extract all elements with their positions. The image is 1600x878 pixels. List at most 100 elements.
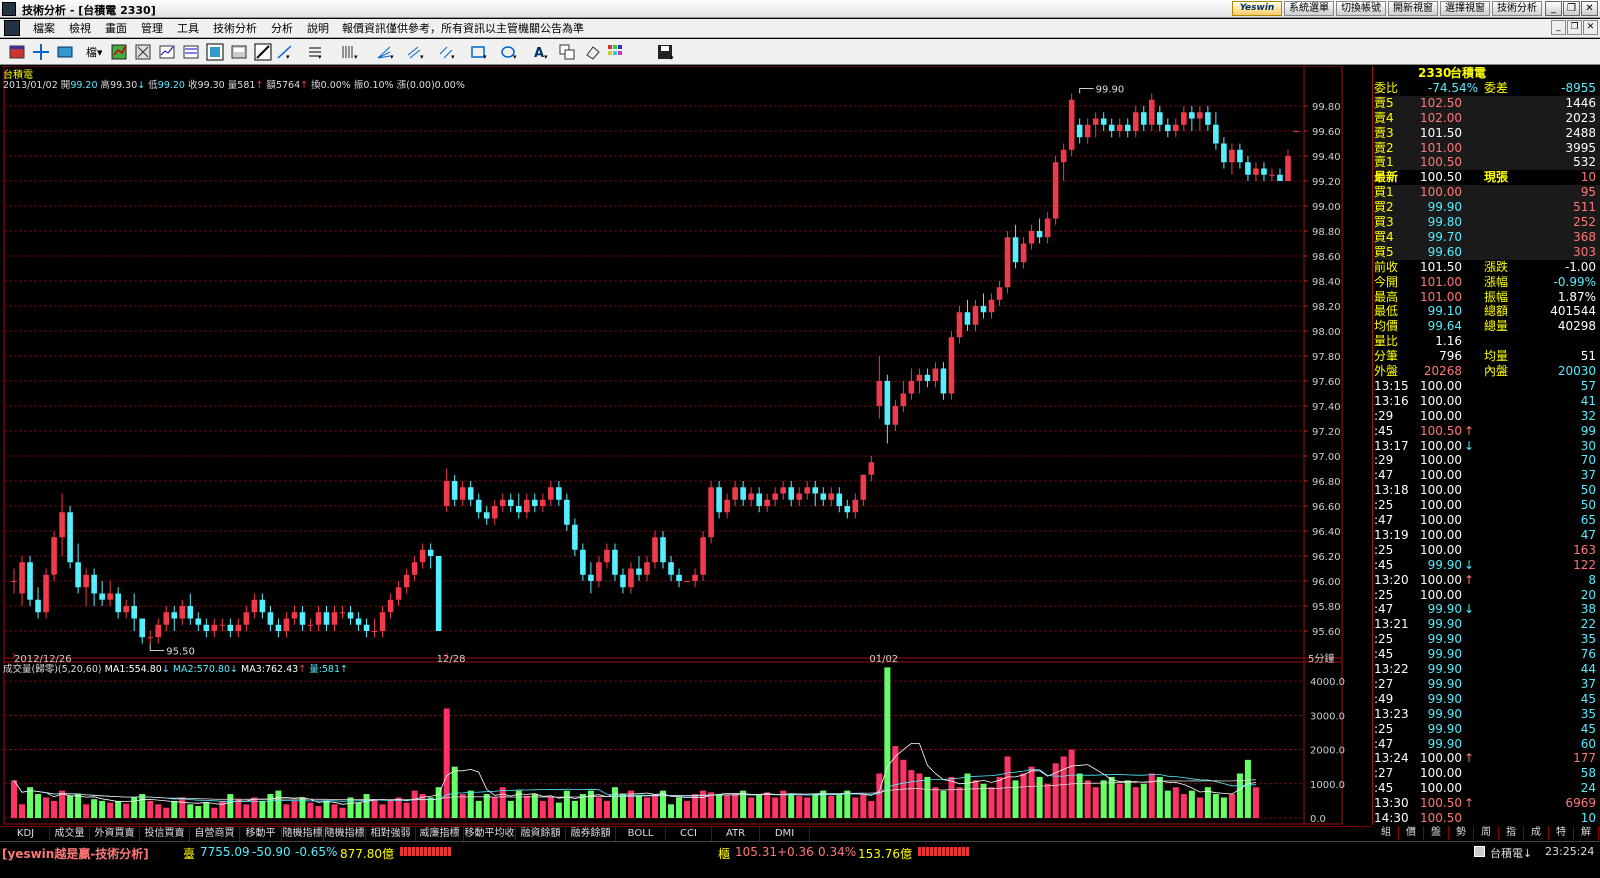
indicator-tab[interactable]: 融資餘額 [516,827,566,841]
ma1-arrow: ↓ [161,664,170,675]
tick-row: :47 100.00 65 [1372,513,1600,528]
candle-body [75,562,81,588]
volume-bar [267,794,274,818]
candlestick-chart[interactable]: 99.80 99.60 99.40 99.20 99.00 98.80 98.60 98.40… [0,65,1600,875]
vertical-lines-icon[interactable]: ▾ [306,43,324,61]
ask-row: 賣5 102.50 1446 [1372,95,1600,111]
indicator-tab[interactable]: BOLL [616,827,666,841]
indicator-tab[interactable]: KDJ [2,827,50,841]
layout-icon[interactable] [8,43,26,61]
tech-analysis-button[interactable]: 技術分析 [1492,1,1542,16]
quote-tab[interactable]: 組 [1374,826,1399,840]
eraser-icon[interactable] [558,43,576,61]
quote-tab[interactable]: 指 [1499,826,1524,840]
indicator-tab[interactable]: 投信買賣超 [140,827,190,853]
indicator-tab[interactable]: CCI [666,827,712,841]
menu-analysis[interactable]: 分析 [264,20,300,36]
stat-value-2: -0.99% [1553,274,1596,289]
quote-tab[interactable]: 盤 [1424,826,1449,840]
fan-icon[interactable]: ▾ [340,43,358,61]
parallel-icon[interactable]: ▾ [406,43,424,61]
rect-icon[interactable]: ▾ [438,43,456,61]
draw-line-icon[interactable] [254,43,272,61]
quote-tab[interactable]: 周 [1474,826,1499,840]
indicator-tab[interactable]: 移動平 [240,827,282,841]
inner-close-icon[interactable]: ✕ [1583,20,1598,35]
bar-window-icon[interactable] [56,43,74,61]
save-icon[interactable] [606,43,624,61]
candle-body [291,612,298,619]
volume-bar [1252,787,1259,818]
menu-tools[interactable]: 工具 [170,20,206,36]
candle-body [323,612,330,625]
inner-minimize-icon[interactable]: _ [1551,20,1566,35]
menu-screen[interactable]: 畫面 [98,20,134,36]
line-chart-icon[interactable] [158,43,176,61]
indicator-tab[interactable]: 成交量 [50,827,90,841]
candle-body [67,512,73,563]
indicator-tab[interactable]: 移動平均收 [464,827,516,841]
quote-tab[interactable]: 特 [1549,826,1574,840]
quote-tab[interactable]: 解 [1574,826,1599,840]
indicator-tab[interactable]: 融券餘額 [566,827,616,841]
quote-tab[interactable]: 勢 [1449,826,1474,840]
indicator-tab[interactable]: 隨機指標 [282,827,324,841]
fib-icon[interactable]: ▾ [276,43,294,61]
tick-price: 99.90 [1427,721,1462,736]
close-icon[interactable]: ✕ [1581,1,1598,16]
restore-icon[interactable]: ❐ [1563,1,1580,16]
system-menu-button[interactable]: 系統選單 [1284,1,1334,16]
document-icon[interactable] [4,20,20,36]
candle-body [1237,149,1243,163]
indicator-tab[interactable]: 外資買賣超 [90,827,140,853]
copy-icon[interactable]: A ▾ [532,43,550,61]
inner-restore-icon[interactable]: ❐ [1567,20,1582,35]
menu-tech-analysis[interactable]: 技術分析 [206,20,264,36]
select-window-button[interactable]: 選擇視窗 [1440,1,1490,16]
indicator-tab[interactable]: DMI [760,827,810,841]
period-dropdown-icon[interactable]: 檔▾ [84,43,103,61]
save-layout-icon[interactable] [230,43,248,61]
open-value: 99.20 [70,80,98,91]
menu-help[interactable]: 說明 [300,20,336,36]
volume-bar [411,790,418,818]
price-annotation: 99.90 [1096,85,1125,96]
volume-bar [307,802,314,818]
crosshair-icon[interactable] [32,43,50,61]
indicator-icon[interactable] [134,43,152,61]
indicator-tab[interactable]: 威廉指標 [416,827,464,841]
channel-icon[interactable]: ▾ [376,43,394,61]
new-window-button[interactable]: 開新視窗 [1388,1,1438,16]
zoom-icon[interactable] [206,43,224,61]
indicator-tab[interactable]: ATR [712,827,760,841]
floppy-save-icon[interactable]: ▾ [656,43,674,62]
status-stock[interactable]: 台積電↓ [1490,845,1532,861]
color-icon[interactable] [584,43,602,61]
compare-icon[interactable] [182,43,200,61]
stat-value: 99.10 [1427,304,1462,319]
weibi-row: 委比 -74.54% 委差 -8955 [1372,81,1600,96]
menu-file[interactable]: 檔案 [26,20,62,36]
candle-body [948,337,955,394]
candle-body [988,299,995,313]
tick-row: :47 99.90 ↓ 38 [1372,602,1600,617]
stock-checkbox-icon[interactable] [1474,846,1485,857]
quote-tab[interactable]: 價 [1399,826,1424,840]
text-icon[interactable]: ▾ [500,43,518,61]
indicator-tab[interactable]: 自營商買賣超 [190,827,240,853]
ask-label: 賣5 [1374,95,1394,110]
chart-type-icon[interactable] [110,43,128,61]
indicator-tab[interactable]: 相對強弱指 [366,827,416,853]
ellipse-icon[interactable]: ▾ [470,43,488,61]
indicator-tab[interactable]: 隨機指標 [324,827,366,841]
ask-qty: 2488 [1565,125,1596,140]
quote-tab[interactable]: 成 [1524,826,1549,840]
volume-bar [1228,794,1235,818]
candle-body [1124,124,1131,131]
menu-view[interactable]: 檢視 [62,20,98,36]
switch-account-button[interactable]: 切換帳號 [1336,1,1386,16]
tick-price: 100.00 [1420,453,1462,468]
minimize-icon[interactable]: _ [1545,1,1562,16]
menu-manage[interactable]: 管理 [134,20,170,36]
volume-bar [1116,783,1123,818]
